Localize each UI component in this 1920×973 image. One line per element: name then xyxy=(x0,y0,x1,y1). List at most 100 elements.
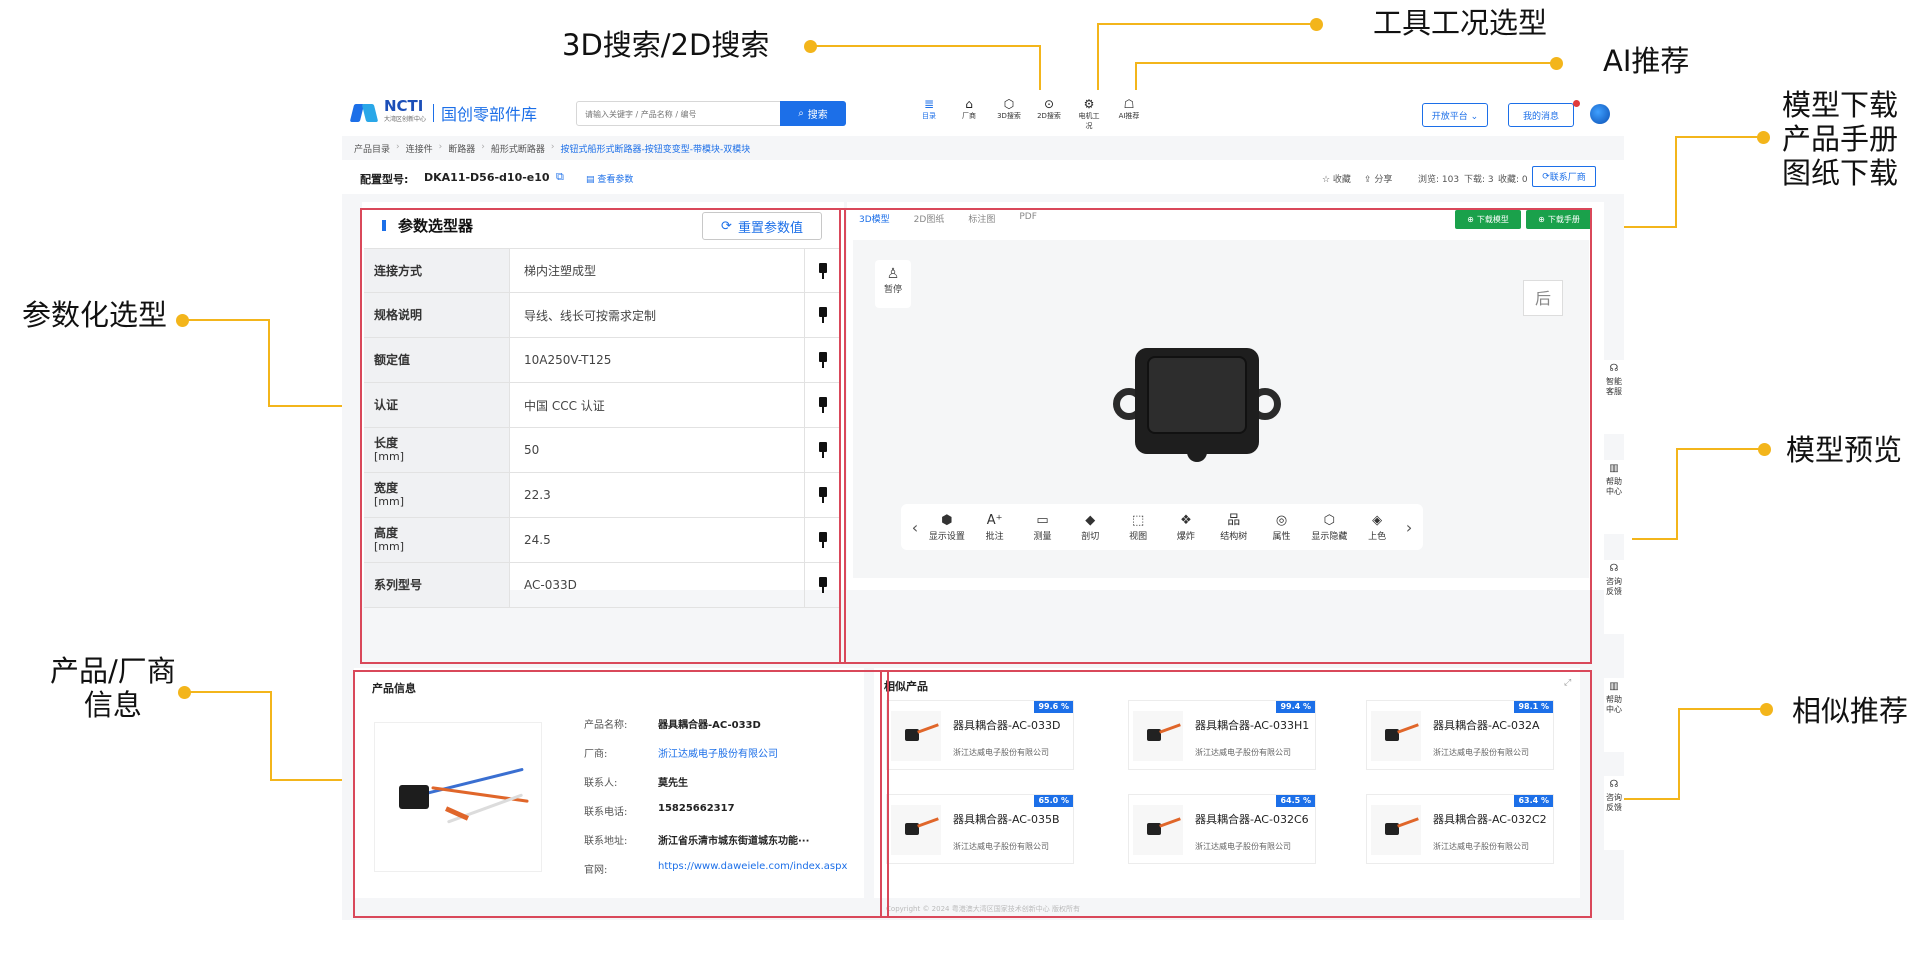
callout-download-line-1: 模型下载 xyxy=(1782,88,1899,122)
share-icon: ⇪ xyxy=(1364,175,1372,185)
highlight-model-viewer xyxy=(839,208,1592,664)
nav-3d-search-label: 3D搜索 xyxy=(997,112,1021,120)
callout-line xyxy=(1677,448,1760,450)
download-count: 下载: 3 xyxy=(1464,175,1494,185)
callout-preview: 模型预览 xyxy=(1786,433,1903,467)
nav-2d-search[interactable]: ⊙ 2D搜索 xyxy=(1036,97,1062,131)
ncti-logo-icon xyxy=(352,102,380,124)
cube-search-icon: ⬡ xyxy=(1003,97,1015,111)
breadcrumb-sep: › xyxy=(550,142,555,152)
share-button[interactable]: ⇪ 分享 xyxy=(1364,172,1392,185)
logo-brand: NCTI 大湾区创新中心 xyxy=(384,99,427,126)
breadcrumb-sep: › xyxy=(481,142,485,152)
logo-sub-text: 大湾区创新中心 xyxy=(384,116,427,123)
image-search-icon: ⊙ xyxy=(1043,97,1055,111)
breadcrumb-item[interactable]: 断路器 xyxy=(448,142,475,155)
app-window: NCTI大湾区创新中心 国创零部件库 ⌕ 搜索 ≣目录 ⌂厂商 ⬡3D搜索 ⊙2… xyxy=(342,90,1624,920)
callout-line xyxy=(268,319,270,407)
contact-vendor-button[interactable]: ⟳ 联系厂商 xyxy=(1532,166,1596,187)
site-logo[interactable]: NCTI 大湾区创新中心 国创零部件库 xyxy=(352,99,538,126)
user-avatar[interactable] xyxy=(1590,104,1610,124)
callout-line xyxy=(184,691,272,693)
callout-tool: 工具工况选型 xyxy=(1373,6,1548,40)
breadcrumb-item[interactable]: 连接件 xyxy=(406,142,433,155)
logo-cn-text: 国创零部件库 xyxy=(441,105,538,124)
book-icon: ▥ xyxy=(1609,463,1619,474)
callout-download-line-3: 图纸下载 xyxy=(1782,156,1899,191)
nav-vendors[interactable]: ⌂ 厂商 xyxy=(956,97,982,131)
copy-icon[interactable]: ⧉ xyxy=(556,170,564,184)
headset-icon: ☊ xyxy=(1609,363,1619,374)
callout-line xyxy=(270,691,272,781)
highlight-similar-products xyxy=(880,670,1592,918)
breadcrumb: 产品目录 › 连接件 › 断路器 › 船形式断路器 › 按钮式船形式断路器-按钮变变型-… xyxy=(354,142,750,155)
search-button-label: 搜索 xyxy=(807,110,828,121)
nav-ai-label: AI推荐 xyxy=(1118,112,1140,120)
nav-catalog-label: 目录 xyxy=(922,112,936,120)
callout-download-line-2: 产品手册 xyxy=(1782,122,1899,157)
my-messages-button[interactable]: 我的消息 xyxy=(1508,103,1574,127)
search-button[interactable]: ⌕ 搜索 xyxy=(780,101,846,126)
view-params-link[interactable]: ▤ 查看参数 xyxy=(586,172,633,185)
callout-vendor-line-2: 信息 xyxy=(83,688,142,723)
float-rail-help-2[interactable]: ▥ 帮助中心 xyxy=(1604,678,1624,752)
book-icon: ▥ xyxy=(1609,681,1619,692)
callout-line xyxy=(1618,798,1680,800)
contact-vendor-label: 联系厂商 xyxy=(1549,173,1586,183)
callout-line xyxy=(182,319,270,321)
callout-line xyxy=(1676,448,1678,540)
vendor-icon: ⌂ xyxy=(965,97,973,111)
search-box: ⌕ 搜索 xyxy=(576,101,846,126)
breadcrumb-current: 按钮式船形式断路器-按钮变变型-带模块-双模块 xyxy=(560,145,751,155)
highlight-param-selector xyxy=(360,208,846,664)
callout-vendor-line-1: 产品/厂商 xyxy=(50,654,176,688)
callout-search: 3D搜索/2D搜索 xyxy=(562,28,770,62)
callout-line xyxy=(1675,136,1677,228)
nav-2d-search-label: 2D搜索 xyxy=(1037,112,1061,120)
float-rail-service[interactable]: ☊ 智能客服 xyxy=(1604,360,1624,434)
rail-label: 智能客服 xyxy=(1606,377,1622,396)
callout-download: 模型下载 产品手册 图纸下载 xyxy=(1782,88,1898,191)
float-rail-feedback-2[interactable]: ☊ 咨询反馈 xyxy=(1604,776,1624,850)
callout-line xyxy=(810,45,1040,47)
float-rail-help[interactable]: ▥ 帮助中心 xyxy=(1604,460,1624,534)
rail-label: 帮助中心 xyxy=(1606,695,1622,714)
ai-icon: ☖ xyxy=(1123,97,1135,111)
nav-3d-search[interactable]: ⬡ 3D搜索 xyxy=(996,97,1022,131)
model-info-bar: 配置型号: DKA11-D56-d10-e10 ⧉ ▤ 查看参数 ☆ 收藏 ⇪ … xyxy=(342,160,1624,194)
rail-label: 咨询反馈 xyxy=(1606,793,1622,812)
highlight-product-info xyxy=(353,670,889,918)
nav-vendors-label: 厂商 xyxy=(962,112,976,120)
nav-ai-recommend[interactable]: ☖ AI推荐 xyxy=(1116,97,1142,131)
chat-icon: ☊ xyxy=(1609,563,1619,574)
float-rail-feedback[interactable]: ☊ 咨询反馈 xyxy=(1604,560,1624,634)
callout-line xyxy=(1136,62,1552,64)
open-platform-button[interactable]: 开放平台 ⌄ xyxy=(1422,103,1488,127)
callout-line xyxy=(1679,708,1762,710)
logo-divider xyxy=(433,104,435,122)
model-number: DKA11-D56-d10-e10 xyxy=(424,171,550,184)
callout-line xyxy=(1676,136,1760,138)
search-input[interactable] xyxy=(577,103,777,126)
callout-similar: 相似推荐 xyxy=(1792,694,1909,728)
top-navigation-bar: NCTI大湾区创新中心 国创零部件库 ⌕ 搜索 ≣目录 ⌂厂商 ⬡3D搜索 ⊙2… xyxy=(342,90,1624,136)
nav-motor-condition[interactable]: ⚙ 电机工况 xyxy=(1076,97,1102,131)
callout-vendor: 产品/厂商 信息 xyxy=(50,654,176,722)
favorite-button[interactable]: ☆ 收藏 xyxy=(1322,172,1351,185)
view-params-label: 查看参数 xyxy=(597,175,634,185)
view-count: 浏览: 103 xyxy=(1418,175,1460,185)
favorite-count: 收藏: 0 xyxy=(1498,175,1528,185)
breadcrumb-item[interactable]: 产品目录 xyxy=(354,142,390,155)
rail-label: 帮助中心 xyxy=(1606,477,1622,496)
breadcrumb-item[interactable]: 船形式断路器 xyxy=(491,142,545,155)
callout-param: 参数化选型 xyxy=(22,298,168,332)
nav-catalog[interactable]: ≣ 目录 xyxy=(916,97,942,131)
nav-motor-label: 电机工况 xyxy=(1078,112,1100,130)
chat-icon: ☊ xyxy=(1609,779,1619,790)
callout-ai: AI推荐 xyxy=(1603,44,1690,78)
feature-nav: ≣ 目录 ⌂ 厂商 ⬡ 3D搜索 ⊙ 2D搜索 ⚙ 电机工况 ☖ AI推荐 xyxy=(916,97,1142,131)
search-icon: ⌕ xyxy=(798,108,804,119)
model-label: 配置型号: xyxy=(360,173,409,186)
breadcrumb-sep: › xyxy=(438,142,443,152)
share-label: 分享 xyxy=(1374,175,1393,185)
